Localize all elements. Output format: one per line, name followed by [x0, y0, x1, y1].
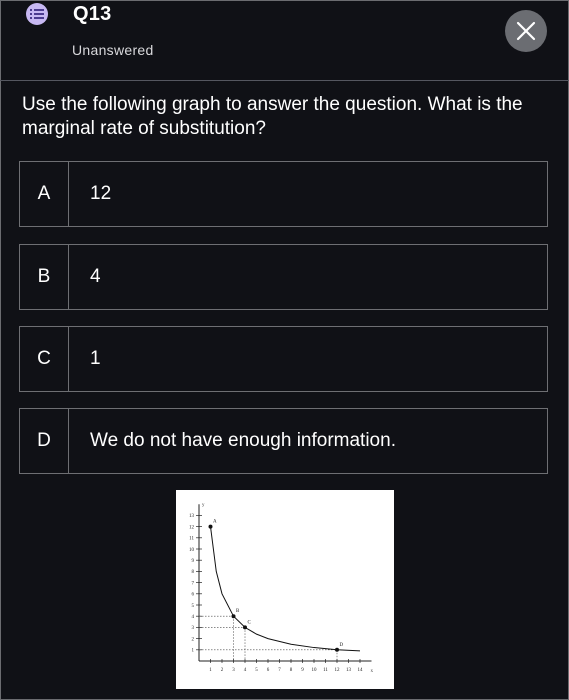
- question-header: Q13 Unanswered: [0, 0, 569, 81]
- option-letter: C: [20, 327, 69, 391]
- point-label-c: C: [248, 620, 252, 625]
- point-label-b: B: [236, 609, 240, 614]
- option-text: 12: [90, 183, 112, 204]
- point-b: [231, 614, 236, 619]
- x-axis-label: x: [371, 669, 374, 674]
- y-tick-label: 13: [189, 514, 195, 519]
- y-tick-label: 7: [192, 581, 195, 586]
- list-icon: [26, 3, 48, 25]
- question-number: Q13: [73, 3, 112, 25]
- x-tick-label: 9: [301, 668, 304, 673]
- y-tick-label: 6: [192, 593, 195, 598]
- y-tick-label: 3: [192, 626, 195, 631]
- y-tick-label: 8: [192, 570, 195, 575]
- x-tick-label: 12: [335, 668, 341, 673]
- y-tick-label: 2: [192, 637, 195, 642]
- x-tick-label: 5: [255, 668, 258, 673]
- x-tick-label: 4: [244, 668, 247, 673]
- option-d[interactable]: D We do not have enough information.: [19, 408, 548, 474]
- question-text: Use the following graph to answer the qu…: [22, 94, 523, 139]
- y-axis-label: y: [202, 503, 205, 508]
- close-icon: [516, 21, 536, 41]
- y-tick-label: 5: [192, 604, 195, 609]
- option-letter: A: [20, 162, 69, 226]
- indifference-curve: [210, 526, 361, 652]
- x-tick-label: 1: [209, 668, 212, 673]
- y-tick-label: 9: [192, 559, 195, 564]
- y-tick-label: 10: [189, 548, 195, 553]
- close-button[interactable]: [505, 10, 547, 52]
- answer-status: Unanswered: [72, 42, 154, 58]
- x-tick-label: 6: [267, 668, 270, 673]
- option-letter: B: [20, 245, 69, 309]
- option-text: We do not have enough information.: [90, 430, 396, 451]
- option-text: 4: [90, 266, 101, 287]
- y-tick-label: 12: [189, 525, 195, 530]
- y-tick-label: 11: [189, 537, 194, 542]
- option-letter: D: [20, 409, 69, 473]
- option-a[interactable]: A 12: [19, 161, 548, 227]
- option-text: 1: [90, 348, 101, 369]
- option-c[interactable]: C 1: [19, 326, 548, 392]
- point-a: [208, 524, 213, 529]
- y-tick-label: 4: [192, 615, 195, 620]
- x-tick-label: 11: [323, 668, 328, 673]
- x-tick-label: 10: [312, 668, 318, 673]
- point-d: [335, 647, 339, 652]
- indifference-curve-graph: y x 1 2 3 4 5 6 7 8 9 10 11 12 13 14 1 2 3 4 5 6 7 8 9 10 11 12 13 A B…: [176, 490, 394, 689]
- x-tick-label: 2: [221, 668, 224, 673]
- x-tick-label: 14: [358, 668, 364, 673]
- x-tick-label: 3: [232, 668, 235, 673]
- y-tick-label: 1: [192, 649, 195, 654]
- point-c: [243, 625, 247, 630]
- x-tick-label: 13: [346, 668, 352, 673]
- point-label-d: D: [340, 643, 344, 648]
- x-tick-label: 8: [290, 668, 293, 673]
- point-label-a: A: [213, 520, 217, 525]
- option-b[interactable]: B 4: [19, 244, 548, 310]
- x-tick-label: 7: [278, 668, 281, 673]
